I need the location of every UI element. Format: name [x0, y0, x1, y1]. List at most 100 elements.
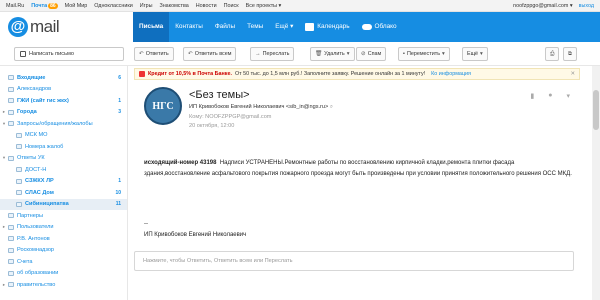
folder-icon [16, 167, 22, 173]
close-icon[interactable]: ✕ [570, 71, 575, 77]
folder-icon [8, 86, 14, 92]
chevron-down-icon: ▾ [480, 51, 483, 57]
user-email[interactable]: noofzppgo@gmail.com ▾ [513, 3, 572, 9]
chevron-down-icon: ▾ [346, 51, 350, 57]
expand-arrow-icon[interactable]: ▸ [0, 282, 8, 288]
sidebar-item-folder[interactable]: Счета [0, 256, 127, 268]
collapse-arrow-icon[interactable]: ▾ [0, 121, 8, 127]
signature-dash: -- [144, 221, 148, 227]
move-button[interactable]: ▪ Переместить ▾ [398, 47, 450, 61]
folder-icon [8, 224, 14, 230]
expand-button[interactable]: ⧉ [563, 47, 577, 61]
folder-icon [16, 132, 22, 138]
sidebar-item-folder[interactable]: ▸ Пользователи [0, 222, 127, 234]
pen-icon [20, 51, 26, 57]
sidebar-item-folder[interactable]: Номера жалоб [0, 141, 127, 153]
trash-icon: 🗑 [315, 51, 323, 57]
search-icon[interactable]: ⌕ [330, 104, 333, 110]
nav-calendar[interactable]: Календарь [299, 12, 355, 42]
reply-button[interactable]: ↶ Ответить [134, 47, 174, 61]
cloud-icon [361, 24, 372, 30]
more-button[interactable]: Ещё ▾ [462, 47, 488, 61]
folder-icon [8, 247, 14, 253]
quick-reply-box[interactable]: Нажмите, чтобы Ответить, Ответить всем и… [134, 251, 574, 271]
folder-icon [8, 155, 14, 161]
folder-icon [8, 98, 14, 104]
inbox-icon [8, 75, 14, 81]
portal-link-search[interactable]: Поиск [224, 3, 239, 9]
print-icon: ⎙ [550, 50, 555, 57]
folder-icon [8, 109, 14, 115]
sidebar-item-folder[interactable]: СЛАС Дом 10 [0, 187, 127, 199]
sidebar-item-folder[interactable]: ▸ правительство [0, 279, 127, 291]
sidebar-item-folder[interactable]: Партнеры [0, 210, 127, 222]
avatar: НГС [144, 87, 182, 125]
sidebar-item-folder[interactable]: Р.В. Антонов [0, 233, 127, 245]
sidebar-item-inbox[interactable]: Входящие 6 [0, 72, 127, 84]
portal-bar: Mail.Ru Почта 86 Мой Мир Одноклассники Иг… [0, 0, 600, 12]
sidebar-item-folder[interactable]: ГЖИ (сайт гис жкх) 1 [0, 95, 127, 107]
portal-link-ok[interactable]: Одноклассники [94, 3, 133, 9]
sidebar-item-folder[interactable]: МСК МО [0, 130, 127, 142]
chevron-down-icon[interactable]: ▾ [566, 92, 570, 100]
portal-link-myworld[interactable]: Мой Мир [65, 3, 88, 9]
signature: -- ИП Кривобоков Евгений Николаевич [144, 219, 246, 240]
folder-icon [8, 259, 14, 265]
nav-letters[interactable]: Письма [133, 12, 170, 42]
mail-badge: 86 [48, 2, 58, 9]
toolbar: Написать письмо ↶ Ответить ↶ Ответить всем… [0, 42, 600, 66]
portal-link-dating[interactable]: Знакомства [159, 3, 188, 9]
spam-button[interactable]: ⊘ Спам [356, 47, 387, 61]
portal-link-mailru[interactable]: Mail.Ru [6, 3, 24, 9]
sidebar-item-folder[interactable]: об образовании [0, 268, 127, 280]
sidebar-item-folder[interactable]: ДОСТ-Н [0, 164, 127, 176]
sidebar-item-folder[interactable]: ▸ Города 3 [0, 107, 127, 119]
expand-arrow-icon[interactable]: ▸ [0, 224, 8, 230]
scrollbar-thumb[interactable] [593, 90, 599, 130]
sidebar-item-folder[interactable]: Александров [0, 84, 127, 96]
sidebar-item-folder-active[interactable]: Сибиниципатва 11 [0, 198, 127, 210]
nav-files[interactable]: Файлы [209, 12, 241, 42]
compose-button[interactable]: Написать письмо [14, 47, 124, 61]
portal-link-games[interactable]: Игры [140, 3, 153, 9]
mail-logo[interactable]: @ mail [8, 17, 60, 37]
sidebar: Входящие 6 Александров ГЖИ (сайт гис жкх)… [0, 66, 128, 300]
ad-link[interactable]: Ко информация [431, 71, 471, 77]
logout-link[interactable]: выход [579, 3, 594, 9]
nav-cloud[interactable]: Облако [356, 12, 403, 42]
folder-icon: ▪ [403, 51, 405, 57]
unread-dot-icon[interactable]: ● [548, 92, 552, 100]
folder-icon [8, 121, 14, 127]
header: @ mail Письма Контакты Файлы Темы Ещё ▾ … [0, 12, 600, 42]
portal-link-news[interactable]: Новости [196, 3, 217, 9]
nav-themes[interactable]: Темы [241, 12, 269, 42]
forward-icon: → [255, 51, 261, 57]
portal-link-mail[interactable]: Почта 86 [31, 2, 58, 9]
sidebar-item-folder[interactable]: ▾ Запросы/обращения/жалобы [0, 118, 127, 130]
nav-contacts[interactable]: Контакты [169, 12, 209, 42]
message-from[interactable]: ИП Кривобоков Евгений Николаевич <sib_in… [189, 104, 333, 111]
portal-link-all-projects[interactable]: Все проекты ▾ [246, 3, 282, 9]
folder-icon [8, 270, 14, 276]
scrollbar[interactable] [592, 66, 600, 300]
main-nav: Письма Контакты Файлы Темы Ещё ▾ Календа… [133, 12, 600, 42]
message-date: 20 октября, 12:00 [189, 123, 235, 129]
forward-button[interactable]: → Переслать [250, 47, 295, 61]
reply-all-button[interactable]: ↶ Ответить всем [183, 47, 237, 61]
ad-text: От 50 тыс. до 1,5 млн руб.! Заполните за… [234, 71, 426, 77]
delete-button[interactable]: 🗑 Удалить ▾ [310, 47, 355, 61]
expand-arrow-icon[interactable]: ▸ [0, 109, 8, 115]
nav-more[interactable]: Ещё ▾ [269, 12, 299, 42]
message-view: НГС <Без темы> ИП Кривобоков Евгений Ник… [134, 82, 580, 300]
collapse-arrow-icon[interactable]: ▾ [0, 155, 8, 161]
ad-banner[interactable]: Кредит от 10,5% в Почта Банке. От 50 тыс… [134, 68, 580, 80]
message-actions: ▮ ● ▾ [530, 92, 570, 100]
folder-icon [8, 236, 14, 242]
sidebar-item-folder[interactable]: СЗЖКХ ЛР 1 [0, 176, 127, 188]
sidebar-item-folder[interactable]: Роскомнадзор [0, 245, 127, 257]
sidebar-item-folder[interactable]: ▾ Ответы УК [0, 153, 127, 165]
message-body: исходящий-номер 43198 Надписи УСТРАНЕНЫ.… [144, 158, 572, 179]
print-button[interactable]: ⎙ [545, 47, 560, 61]
bookmark-icon[interactable]: ▮ [530, 92, 534, 100]
logo-at-icon: @ [8, 17, 28, 37]
